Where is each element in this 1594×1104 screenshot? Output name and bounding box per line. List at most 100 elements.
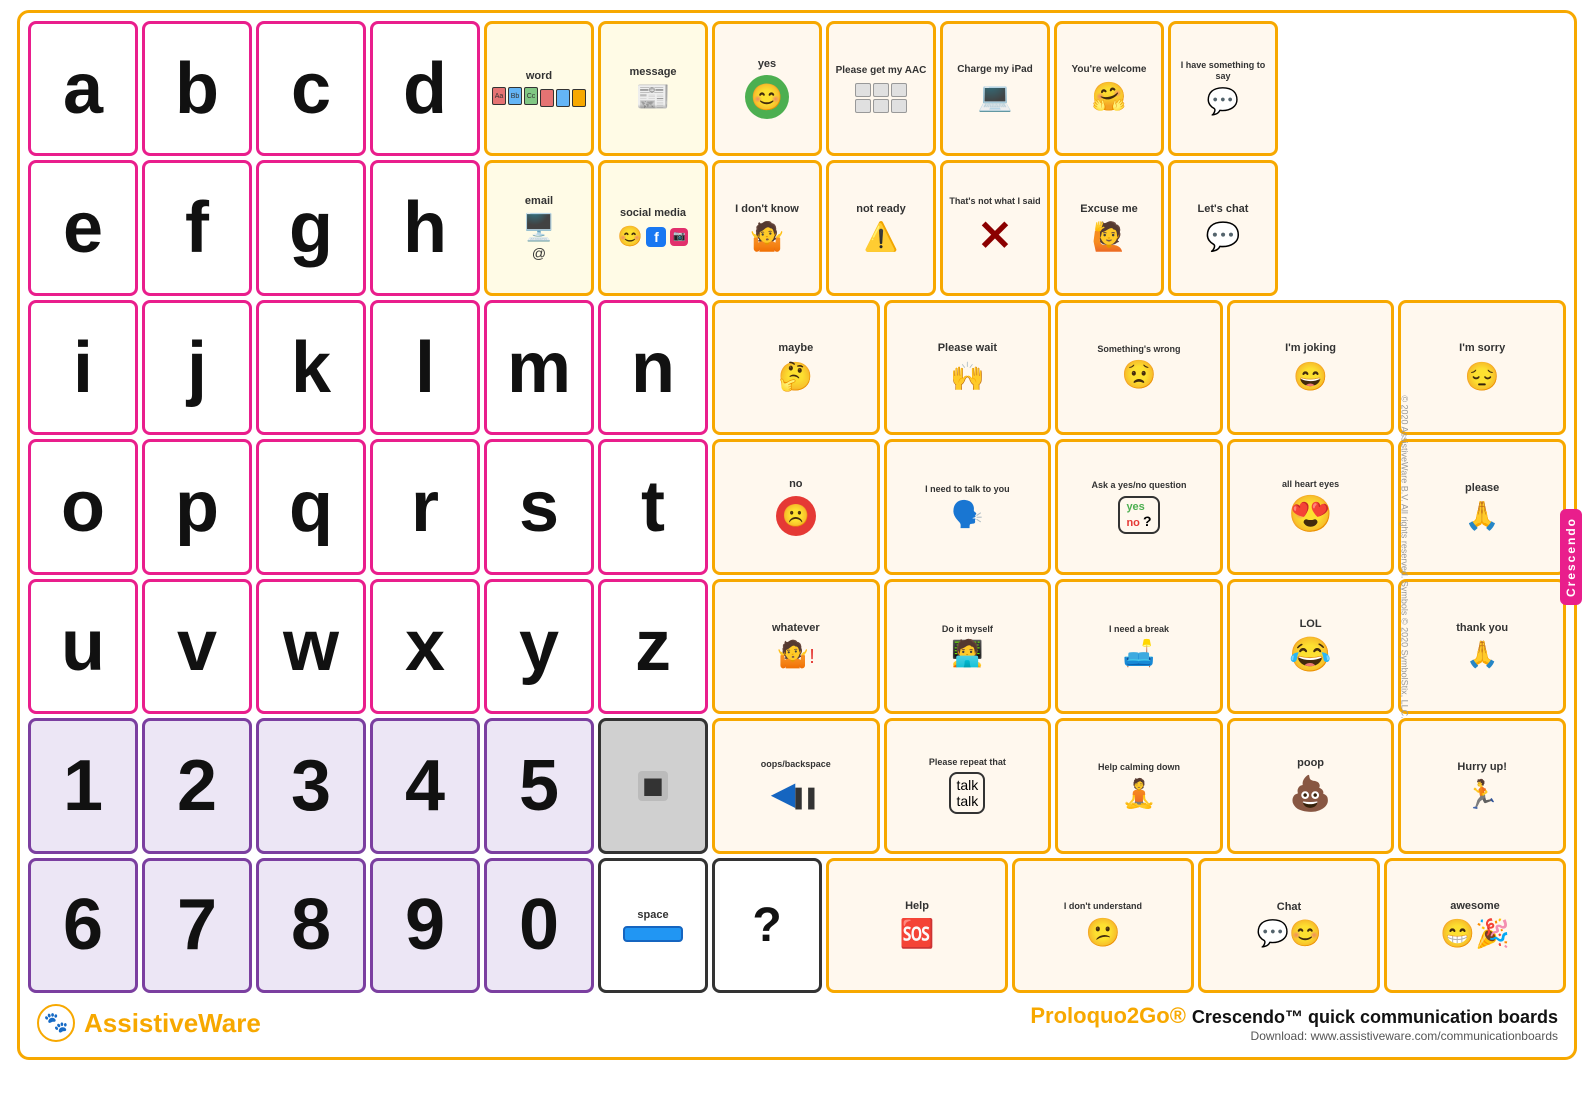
cell-7[interactable]: 7 [142,858,252,993]
cell-l[interactable]: l [370,300,480,435]
crescendo-side-badge: Crescendo [1560,509,1582,605]
letter-t: t [641,471,665,543]
cell-not-ready[interactable]: not ready ⚠️ [826,160,936,295]
email-icon: 🖥️ [523,212,555,243]
cell-x[interactable]: x [370,579,480,714]
cell-calming[interactable]: Help calming down 🧘 [1055,718,1223,853]
cell-message[interactable]: message 📰 [598,21,708,156]
cell-o[interactable]: o [28,439,138,574]
cell-j[interactable]: j [142,300,252,435]
dont-know-label: I don't know [735,203,799,216]
cell-joking[interactable]: I'm joking 😄 [1227,300,1395,435]
please-wait-icon: 🙌 [950,360,985,393]
cell-v[interactable]: v [142,579,252,714]
main-board: a b c d word Aa Bb Cc [17,10,1577,1060]
cell-k[interactable]: k [256,300,366,435]
letter-r: r [411,471,439,543]
cell-lets-chat[interactable]: Let's chat 💬 [1168,160,1278,295]
cell-3[interactable]: 3 [256,718,366,853]
grid-area: a b c d word Aa Bb Cc [28,21,1566,993]
heart-eyes-label: all heart eyes [1282,479,1339,490]
cell-i[interactable]: i [28,300,138,435]
cell-sorry[interactable]: I'm sorry 😔 [1398,300,1566,435]
cell-6[interactable]: 6 [28,858,138,993]
cell-lol[interactable]: LOL 😂 [1227,579,1395,714]
cell-y[interactable]: y [484,579,594,714]
number-9: 9 [405,889,445,961]
word-icon: Aa Bb Cc [492,87,586,107]
cell-email[interactable]: email 🖥️ @ [484,160,594,295]
whatever-label: whatever [772,622,820,635]
cell-repeat[interactable]: Please repeat that talktalk [884,718,1052,853]
cell-9[interactable]: 9 [370,858,480,993]
poop-icon: 💩 [1289,774,1331,814]
cell-0[interactable]: 0 [484,858,594,993]
cell-p[interactable]: p [142,439,252,574]
cell-no[interactable]: no ☹️ [712,439,880,574]
cell-not-what-said[interactable]: That's not what I said ✕ [940,160,1050,295]
cell-e[interactable]: e [28,160,138,295]
cell-dont-know[interactable]: I don't know 🤷 [712,160,822,295]
crescendo-badge-text: Crescendo [1564,517,1578,597]
row-2: e f g h email 🖥️ @ socia [28,160,1566,295]
cell-something-to-say[interactable]: I have something to say 💬 [1168,21,1278,156]
cell-please-wait[interactable]: Please wait 🙌 [884,300,1052,435]
cell-hurry-up[interactable]: Hurry up! 🏃 [1398,718,1566,853]
cell-chat[interactable]: Chat 💬😊 [1198,858,1380,993]
cell-q[interactable]: q [256,439,366,574]
cell-f[interactable]: f [142,160,252,295]
cell-5[interactable]: 5 [484,718,594,853]
cell-1[interactable]: 1 [28,718,138,853]
cell-c[interactable]: c [256,21,366,156]
cell-z[interactable]: z [598,579,708,714]
cell-maybe[interactable]: maybe 🤔 [712,300,880,435]
cell-somethings-wrong[interactable]: Something's wrong 😟 [1055,300,1223,435]
cell-period[interactable]: ■ [598,718,708,853]
cell-u[interactable]: u [28,579,138,714]
cell-talk-to-you[interactable]: I need to talk to you 🗣️ [884,439,1052,574]
cell-social-media[interactable]: social media 😊 f 📷 [598,160,708,295]
number-4: 4 [405,750,445,822]
lol-label: LOL [1300,618,1322,631]
cell-8[interactable]: 8 [256,858,366,993]
cell-h[interactable]: h [370,160,480,295]
calming-label: Help calming down [1098,762,1180,773]
cell-4[interactable]: 4 [370,718,480,853]
letter-y: y [519,610,559,682]
cell-excuse-me[interactable]: Excuse me 🙋 [1054,160,1164,295]
cell-word[interactable]: word Aa Bb Cc [484,21,594,156]
cell-poop[interactable]: poop 💩 [1227,718,1395,853]
excuse-me-label: Excuse me [1080,203,1137,216]
cell-t[interactable]: t [598,439,708,574]
cell-space[interactable]: space [598,858,708,993]
cell-b[interactable]: b [142,21,252,156]
cell-yes[interactable]: yes 😊 [712,21,822,156]
cell-a[interactable]: a [28,21,138,156]
cell-n[interactable]: n [598,300,708,435]
cell-2[interactable]: 2 [142,718,252,853]
cell-backspace[interactable]: oops/backspace ◀▌▌ [712,718,880,853]
cell-welcome[interactable]: You're welcome 🤗 [1054,21,1164,156]
cell-question-mark[interactable]: ? [712,858,822,993]
cell-w[interactable]: w [256,579,366,714]
cell-do-it-myself[interactable]: Do it myself 🧑‍💻 [884,579,1052,714]
no-icon: ☹️ [776,496,816,536]
cell-awesome[interactable]: awesome 😁🎉 [1384,858,1566,993]
cell-help[interactable]: Help 🆘 [826,858,1008,993]
cell-s[interactable]: s [484,439,594,574]
cell-need-break[interactable]: I need a break 🛋️ [1055,579,1223,714]
cell-heart-eyes[interactable]: all heart eyes 😍 [1227,439,1395,574]
cell-aac[interactable]: Please get my AAC [826,21,936,156]
cell-charge-ipad[interactable]: Charge my iPad 💻 [940,21,1050,156]
cell-dont-understand[interactable]: I don't understand 😕 [1012,858,1194,993]
charge-ipad-icon: 💻 [978,80,1013,113]
cell-thank-you[interactable]: thank you 🙏 [1398,579,1566,714]
cell-d[interactable]: d [370,21,480,156]
cell-yes-no-question[interactable]: Ask a yes/no question yes no ? [1055,439,1223,574]
cell-g[interactable]: g [256,160,366,295]
cell-r[interactable]: r [370,439,480,574]
cell-m[interactable]: m [484,300,594,435]
cell-please[interactable]: please 🙏 [1398,439,1566,574]
lol-icon: 😂 [1289,635,1331,675]
cell-whatever[interactable]: whatever 🤷! [712,579,880,714]
